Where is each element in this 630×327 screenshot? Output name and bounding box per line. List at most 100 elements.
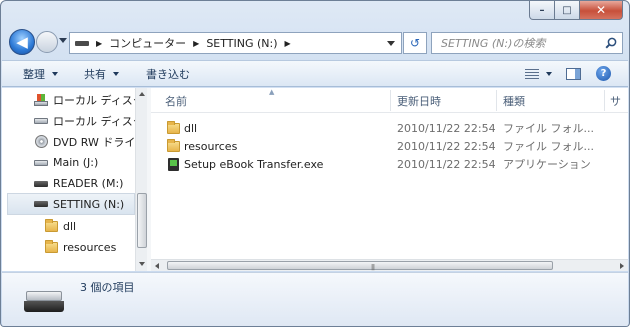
column-header-label: サ (610, 94, 621, 108)
column-header-label: 名前 (165, 94, 187, 108)
explorer-window: – □ ✕ ◀ ▶ コンピューター ▶ SETTING (N:) ▶ ↺ SET… (0, 0, 630, 327)
nav-item-label: READER (M:) (53, 177, 124, 190)
hdd-icon (34, 159, 48, 166)
scroll-up-icon[interactable] (139, 92, 145, 96)
file-list: ▲ 名前 更新日時 種類 サ dll 2010/11/22 22:54 ファイル… (151, 88, 628, 271)
nav-item-label: ローカル ディスク (C:) (53, 93, 136, 107)
details-pane: 3 個の項目 (2, 272, 628, 326)
nav-item-label: dll (63, 220, 77, 233)
back-button[interactable]: ◀ (9, 29, 35, 55)
nav-item-dvd-drive[interactable]: DVD RW ドライブ (2, 131, 136, 152)
navigation-pane: ローカル ディスク (C:) ローカル ディスク (D:) DVD RW ドライ… (2, 88, 147, 271)
close-button[interactable]: ✕ (580, 1, 623, 20)
file-name: resources (184, 139, 238, 153)
refresh-button[interactable]: ↺ (403, 32, 427, 54)
help-icon: ? (596, 66, 611, 81)
search-icon[interactable] (605, 37, 617, 49)
file-modified: 2010/11/22 22:54 (397, 157, 496, 171)
address-bar[interactable]: ▶ コンピューター ▶ SETTING (N:) ▶ (69, 32, 402, 54)
breadcrumb-chevron-icon[interactable]: ▶ (193, 39, 199, 48)
minimize-button[interactable]: – (529, 1, 555, 20)
nav-item-label: resources (63, 241, 117, 254)
column-divider[interactable] (390, 90, 391, 111)
nav-item-resources[interactable]: resources (2, 237, 136, 258)
hdd-icon (34, 117, 48, 124)
column-divider[interactable] (604, 90, 605, 111)
scroll-right-icon[interactable] (620, 263, 624, 269)
views-icon (525, 68, 539, 79)
change-view-button[interactable] (525, 61, 552, 86)
share-button[interactable]: 共有 (84, 61, 119, 86)
address-dropdown-icon[interactable] (387, 41, 395, 46)
removable-drive-icon (34, 180, 48, 187)
folder-icon (167, 119, 180, 137)
nav-item-label: ローカル ディスク (D:) (53, 114, 136, 128)
column-header-type[interactable]: 種類 (503, 88, 603, 113)
folder-icon (167, 137, 180, 155)
file-type: ファイル フォル... (503, 140, 594, 153)
nav-item-label: Main (J:) (53, 156, 99, 169)
column-divider[interactable] (496, 90, 497, 111)
nav-item-local-disk-c[interactable]: ローカル ディスク (C:) (2, 89, 136, 110)
scroll-thumb[interactable]: ||| (167, 261, 553, 271)
chevron-down-icon (113, 71, 119, 76)
search-input[interactable]: SETTING (N:)の検索 (441, 35, 545, 51)
nav-item-local-disk-d[interactable]: ローカル ディスク (D:) (2, 110, 136, 131)
organize-button[interactable]: 整理 (23, 61, 58, 86)
help-button[interactable]: ? (596, 61, 611, 86)
hdd-windows-icon (34, 93, 48, 106)
folder-icon (45, 219, 58, 232)
file-row-resources[interactable]: resources 2010/11/22 22:54 ファイル フォル... (151, 137, 611, 155)
scroll-left-icon[interactable] (155, 263, 159, 269)
caption-buttons: – □ ✕ (529, 1, 623, 20)
file-type: アプリケーション (503, 158, 591, 171)
burn-label: 書き込む (146, 67, 190, 81)
maximize-button[interactable]: □ (555, 1, 580, 20)
item-count: 3 個の項目 (80, 281, 135, 294)
preview-pane-button[interactable] (566, 61, 581, 86)
column-header-modified[interactable]: 更新日時 (397, 88, 495, 113)
command-bar: 整理 共有 書き込む ? (2, 60, 628, 87)
share-label: 共有 (84, 67, 106, 81)
chevron-down-icon (546, 71, 552, 76)
column-header-name[interactable]: 名前 (165, 88, 389, 113)
file-type: ファイル フォル... (503, 122, 594, 135)
file-modified: 2010/11/22 22:54 (397, 121, 496, 135)
column-header-size[interactable]: サ (610, 88, 628, 113)
column-header-label: 種類 (503, 94, 525, 108)
scroll-thumb[interactable] (137, 193, 147, 248)
breadcrumb-chevron-icon[interactable]: ▶ (96, 39, 102, 48)
back-arrow-icon: ◀ (16, 33, 28, 51)
scroll-down-icon[interactable] (139, 262, 145, 266)
file-row-dll[interactable]: dll 2010/11/22 22:54 ファイル フォル... (151, 119, 611, 137)
search-box[interactable]: SETTING (N:)の検索 (431, 32, 623, 54)
file-list-horizontal-scrollbar[interactable]: ||| (151, 259, 628, 271)
nav-item-dll[interactable]: dll (2, 216, 136, 237)
nav-vertical-scrollbar[interactable] (135, 88, 147, 271)
column-header-row: ▲ 名前 更新日時 種類 サ (151, 88, 628, 113)
file-modified: 2010/11/22 22:54 (397, 139, 496, 153)
forward-button[interactable] (36, 31, 58, 53)
recent-pages-dropdown[interactable] (59, 38, 67, 43)
folder-icon (45, 240, 58, 253)
file-name: Setup eBook Transfer.exe (184, 157, 324, 171)
file-name: dll (184, 121, 198, 135)
nav-item-setting-n[interactable]: SETTING (N:) (7, 193, 135, 215)
file-row-setup-exe[interactable]: Setup eBook Transfer.exe 2010/11/22 22:5… (151, 155, 611, 173)
nav-item-main-j[interactable]: Main (J:) (2, 152, 136, 173)
dvd-icon (35, 135, 48, 148)
preview-pane-icon (566, 67, 581, 80)
breadcrumb-setting-drive[interactable]: SETTING (N:) (206, 37, 277, 50)
nav-item-label: DVD RW ドライブ (53, 135, 136, 149)
organize-label: 整理 (23, 67, 45, 81)
nav-item-label: SETTING (N:) (53, 197, 125, 211)
burn-button[interactable]: 書き込む (146, 61, 190, 86)
application-icon (168, 155, 179, 173)
drive-icon (75, 40, 89, 46)
breadcrumb-computer[interactable]: コンピューター (109, 35, 186, 51)
chevron-down-icon (52, 71, 58, 76)
nav-item-reader-m[interactable]: READER (M:) (2, 173, 136, 194)
breadcrumb-chevron-icon[interactable]: ▶ (285, 39, 291, 48)
removable-drive-icon (34, 201, 48, 207)
refresh-icon: ↺ (409, 36, 421, 50)
